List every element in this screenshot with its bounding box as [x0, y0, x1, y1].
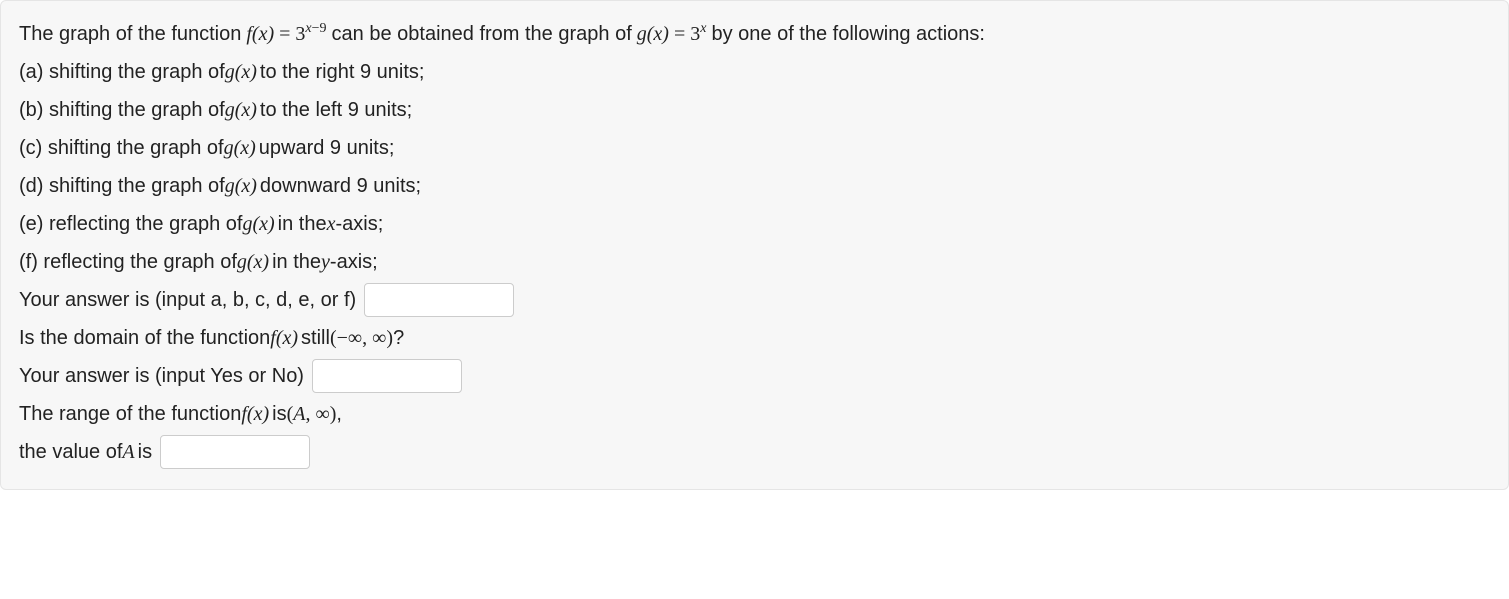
value-a-var: A: [122, 433, 134, 471]
answer-3-line: the value of A is: [19, 433, 1490, 471]
option-b-post: to the left 9 units;: [260, 91, 412, 129]
option-a-pre: (a) shifting the graph of: [19, 53, 225, 91]
option-c-post: upward 9 units;: [259, 129, 395, 167]
domain-q-fn: f(x): [270, 319, 298, 357]
option-e-pre: (e) reflecting the graph of: [19, 205, 242, 243]
value-a-post: is: [138, 433, 152, 471]
range-mid: is: [272, 395, 286, 433]
answer-2-label: Your answer is (input Yes or No): [19, 357, 304, 395]
option-a-fn: g(x): [225, 53, 257, 91]
range-fn: f(x): [241, 395, 269, 433]
math-fx: f(x) = 3x−9: [241, 15, 331, 53]
answer-2-input[interactable]: [312, 359, 462, 393]
option-b-fn: g(x): [225, 91, 257, 129]
answer-1-input[interactable]: [364, 283, 514, 317]
answer-2-line: Your answer is (input Yes or No): [19, 357, 1490, 395]
option-f-pre: (f) reflecting the graph of: [19, 243, 237, 281]
range-pre: The range of the function: [19, 395, 241, 433]
option-e-mid: in the: [278, 205, 327, 243]
option-b-pre: (b) shifting the graph of: [19, 91, 225, 129]
domain-q-post: ?: [393, 319, 404, 357]
option-d-post: downward 9 units;: [260, 167, 421, 205]
option-f: (f) reflecting the graph of g(x) in the …: [19, 243, 1490, 281]
math-gx: g(x) = 3x: [632, 15, 712, 53]
option-b: (b) shifting the graph of g(x) to the le…: [19, 91, 1490, 129]
option-c-fn: g(x): [224, 129, 256, 167]
value-a-pre: the value of: [19, 433, 122, 471]
option-c-pre: (c) shifting the graph of: [19, 129, 224, 167]
intro-line: The graph of the function f(x) = 3x−9 ca…: [19, 15, 1490, 53]
option-a: (a) shifting the graph of g(x) to the ri…: [19, 53, 1490, 91]
range-expr: (A, ∞): [287, 395, 337, 433]
domain-question-line: Is the domain of the function f(x) still…: [19, 319, 1490, 357]
option-e-var: x: [327, 205, 336, 243]
domain-q-expr: (−∞, ∞): [330, 319, 393, 357]
option-c: (c) shifting the graph of g(x) upward 9 …: [19, 129, 1490, 167]
answer-1-line: Your answer is (input a, b, c, d, e, or …: [19, 281, 1490, 319]
range-post: ,: [336, 395, 342, 433]
option-a-post: to the right 9 units;: [260, 53, 425, 91]
option-e-fn: g(x): [242, 205, 274, 243]
option-f-post: -axis;: [330, 243, 378, 281]
intro-text-3: by one of the following actions:: [711, 15, 985, 53]
domain-q-pre: Is the domain of the function: [19, 319, 270, 357]
option-f-fn: g(x): [237, 243, 269, 281]
intro-text-1: The graph of the function: [19, 15, 241, 53]
problem-container: The graph of the function f(x) = 3x−9 ca…: [0, 0, 1509, 490]
range-line: The range of the function f(x) is (A, ∞)…: [19, 395, 1490, 433]
answer-1-label: Your answer is (input a, b, c, d, e, or …: [19, 281, 356, 319]
option-f-mid: in the: [272, 243, 321, 281]
option-d: (d) shifting the graph of g(x) downward …: [19, 167, 1490, 205]
option-d-pre: (d) shifting the graph of: [19, 167, 225, 205]
option-d-fn: g(x): [225, 167, 257, 205]
option-e-post: -axis;: [336, 205, 384, 243]
answer-3-input[interactable]: [160, 435, 310, 469]
option-e: (e) reflecting the graph of g(x) in the …: [19, 205, 1490, 243]
domain-q-mid: still: [301, 319, 330, 357]
option-f-var: y: [321, 243, 330, 281]
intro-text-2: can be obtained from the graph of: [332, 15, 632, 53]
